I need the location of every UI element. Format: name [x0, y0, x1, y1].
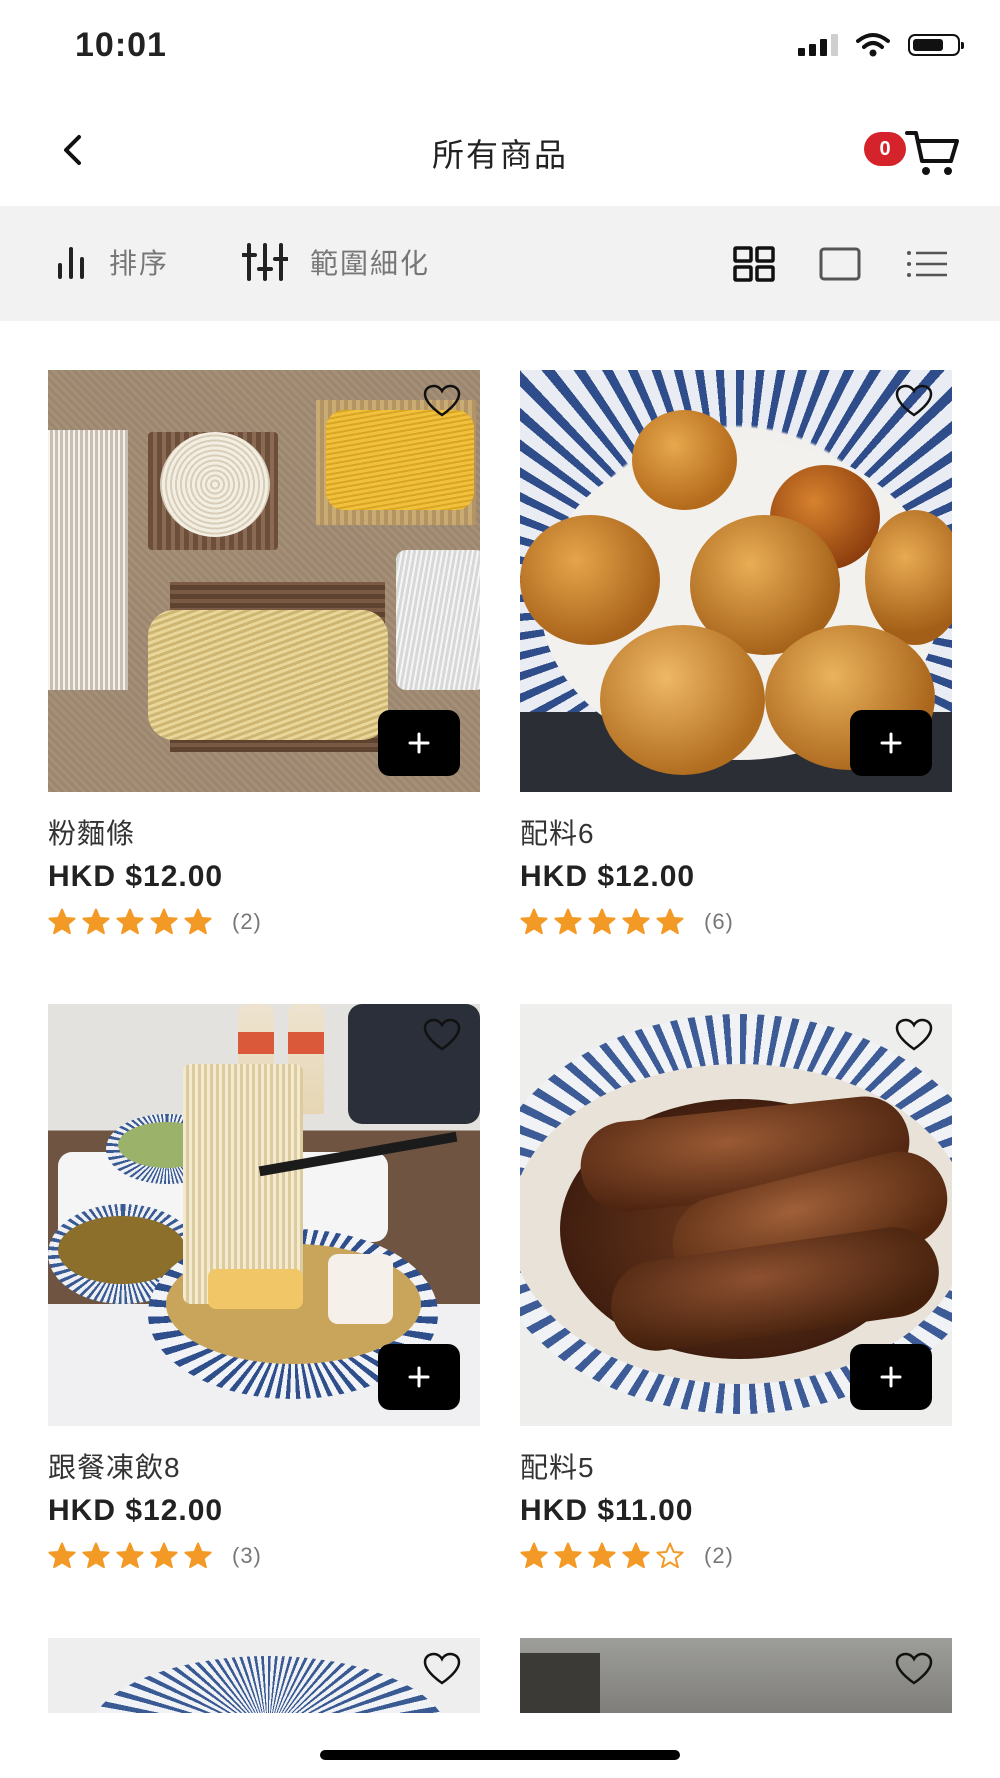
single-view-button[interactable]: [818, 242, 862, 286]
status-time: 10:01: [75, 26, 167, 64]
product-image[interactable]: [520, 370, 952, 792]
product-rating: (2): [520, 1542, 952, 1569]
filter-toolbar: 排序 範圍細化: [0, 206, 1000, 321]
cellular-signal-icon: [798, 34, 838, 56]
star-filled-icon: [554, 908, 582, 935]
plus-icon: [408, 1366, 430, 1388]
star-filled-icon: [656, 908, 684, 935]
product-card[interactable]: 配料6 HKD $12.00 (6): [520, 370, 952, 935]
product-price: HKD $12.00: [48, 860, 224, 893]
product-rating: (2): [48, 908, 480, 935]
star-filled-icon: [150, 908, 178, 935]
star-filled-icon: [150, 1542, 178, 1569]
shopping-cart-icon: [905, 131, 959, 175]
plus-icon: [408, 732, 430, 754]
review-count: (2): [232, 908, 262, 934]
heart-icon[interactable]: [894, 1652, 934, 1686]
star-filled-icon: [82, 1542, 110, 1569]
battery-icon: [908, 34, 964, 56]
product-card[interactable]: 配料5 HKD $11.00 (2): [520, 1004, 952, 1569]
cart-count-badge: 0: [864, 132, 906, 166]
sliders-icon: [242, 243, 288, 281]
star-filled-icon: [588, 908, 616, 935]
nav-bar: 所有商品 0: [0, 100, 1000, 206]
single-view-icon: [819, 247, 861, 281]
filter-button[interactable]: 範圍細化: [242, 242, 430, 282]
heart-icon[interactable]: [422, 1652, 462, 1686]
add-to-cart-button[interactable]: [378, 710, 460, 776]
product-name[interactable]: 跟餐凍飲8: [48, 1446, 480, 1486]
star-filled-icon: [116, 908, 144, 935]
product-price: HKD $11.00: [520, 1494, 694, 1527]
product-rating: (3): [48, 1542, 480, 1569]
star-filled-icon: [184, 1542, 212, 1569]
cart-button[interactable]: 0: [850, 122, 960, 182]
product-name[interactable]: 配料6: [520, 812, 952, 852]
status-icons: [798, 32, 964, 58]
product-name[interactable]: 配料5: [520, 1446, 952, 1486]
list-view-button[interactable]: [905, 242, 949, 286]
star-outline-icon: [656, 1542, 684, 1569]
product-image[interactable]: [520, 1004, 952, 1426]
star-filled-icon: [82, 908, 110, 935]
add-to-cart-button[interactable]: [850, 710, 932, 776]
star-filled-icon: [622, 1542, 650, 1569]
review-count: (2): [704, 1542, 734, 1568]
plus-icon: [880, 732, 902, 754]
star-filled-icon: [184, 908, 212, 935]
product-image[interactable]: [48, 1004, 480, 1426]
filter-label: 範圍細化: [310, 248, 431, 279]
sort-label: 排序: [109, 248, 170, 279]
product-name[interactable]: 粉麵條: [48, 812, 480, 852]
heart-icon[interactable]: [894, 384, 934, 418]
star-filled-icon: [520, 908, 548, 935]
star-filled-icon: [520, 1542, 548, 1569]
star-filled-icon: [116, 1542, 144, 1569]
list-view-icon: [907, 251, 947, 277]
status-bar: 10:01: [0, 0, 1000, 100]
review-count: (6): [704, 908, 734, 934]
heart-icon[interactable]: [894, 1018, 934, 1052]
heart-icon[interactable]: [422, 384, 462, 418]
add-to-cart-button[interactable]: [850, 1344, 932, 1410]
star-filled-icon: [588, 1542, 616, 1569]
product-image[interactable]: [48, 370, 480, 792]
sort-button[interactable]: 排序: [55, 242, 169, 282]
review-count: (3): [232, 1542, 262, 1568]
star-filled-icon: [48, 908, 76, 935]
product-image[interactable]: [48, 1638, 480, 1713]
heart-icon[interactable]: [422, 1018, 462, 1052]
product-card[interactable]: 跟餐凍飲8 HKD $12.00 (3): [48, 1004, 480, 1569]
product-price: HKD $12.00: [48, 1494, 224, 1527]
grid-view-icon: [733, 246, 775, 282]
product-price: HKD $12.00: [520, 860, 696, 893]
plus-icon: [880, 1366, 902, 1388]
grid-view-button[interactable]: [732, 242, 776, 286]
product-image[interactable]: [520, 1638, 952, 1713]
bar-chart-icon: [58, 247, 84, 279]
star-filled-icon: [554, 1542, 582, 1569]
home-indicator[interactable]: [320, 1750, 680, 1760]
star-filled-icon: [622, 908, 650, 935]
wifi-icon: [856, 33, 890, 57]
product-card[interactable]: 粉麵條 HKD $12.00 (2): [48, 370, 480, 935]
product-rating: (6): [520, 908, 952, 935]
star-filled-icon: [48, 1542, 76, 1569]
add-to-cart-button[interactable]: [378, 1344, 460, 1410]
